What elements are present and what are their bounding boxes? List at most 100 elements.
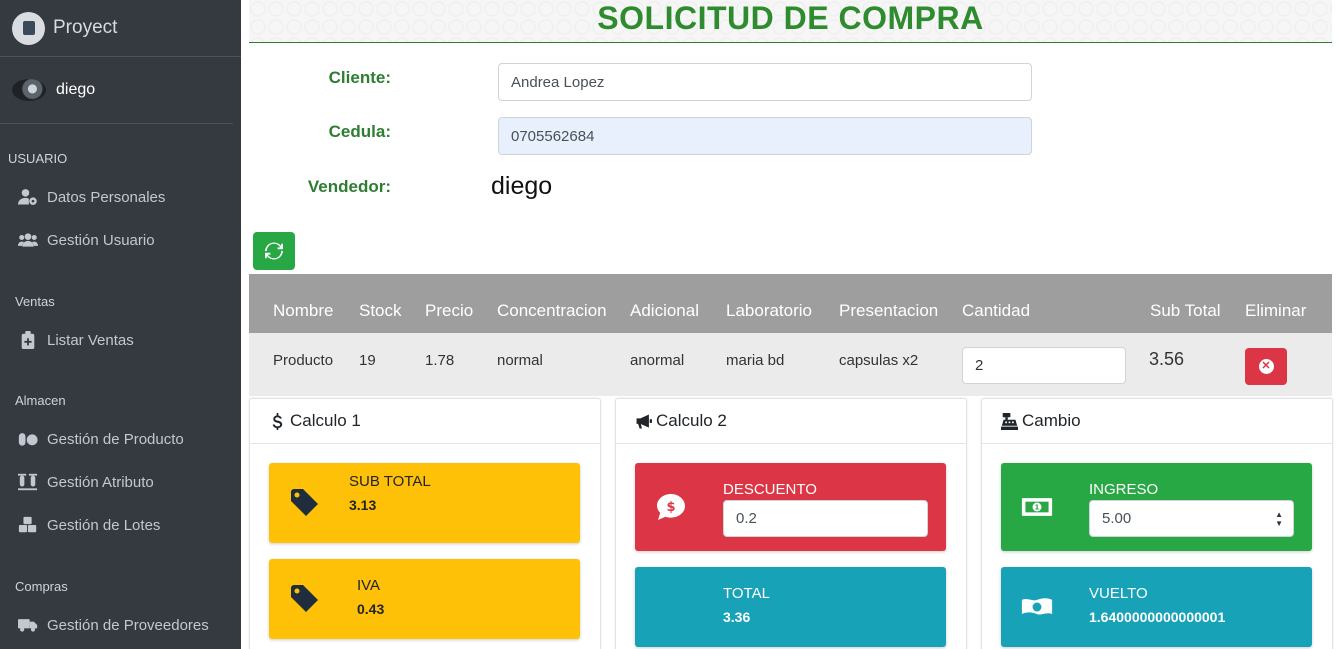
total-box: TOTAL 3.36 xyxy=(635,567,946,647)
page-title: SOLICITUD DE COMPRA xyxy=(597,0,984,36)
clipboard-plus-icon xyxy=(17,331,39,349)
sidebar-item-gestion-usuario[interactable]: Gestión Usuario xyxy=(0,222,241,258)
total-label: TOTAL xyxy=(723,585,770,602)
tag-icon xyxy=(287,485,323,521)
descuento-box: $ DESCUENTO 0.2 xyxy=(635,463,946,551)
column-header: Concentracion xyxy=(497,301,607,320)
svg-text:1: 1 xyxy=(1035,503,1040,512)
vuelto-box: VUELTO 1.6400000000000001 xyxy=(1001,567,1312,647)
sidebar-item-datos-personales[interactable]: Datos Personales xyxy=(0,179,241,215)
sidebar-item-label: Datos Personales xyxy=(47,188,166,206)
card-header: Calculo 1 xyxy=(250,399,600,444)
subtotal-value: 3.13 xyxy=(349,497,377,513)
nav-header-usuario: USUARIO xyxy=(8,151,68,166)
delete-row-button[interactable]: ✕ xyxy=(1245,348,1287,385)
dollar-icon xyxy=(272,412,283,430)
card-header: Calculo 2 xyxy=(616,399,966,444)
user-panel[interactable]: diego xyxy=(0,57,233,124)
brand-link[interactable]: Proyect xyxy=(0,0,241,57)
money-bill-icon: 1 xyxy=(1019,489,1055,525)
iva-box: IVA 0.43 xyxy=(269,559,580,639)
sidebar-item-label: Gestión de Producto xyxy=(47,430,184,448)
users-icon xyxy=(17,231,39,249)
sidebar-item-listar-ventas[interactable]: Listar Ventas xyxy=(0,322,241,358)
column-header: Laboratorio xyxy=(726,301,813,320)
user-cog-icon xyxy=(17,188,39,206)
bullhorn-icon xyxy=(636,414,652,428)
cantidad-input[interactable]: 2 xyxy=(962,347,1126,384)
column-header: Stock xyxy=(359,301,402,320)
column-header: Sub Total xyxy=(1150,301,1221,320)
nav-header-almacen: Almacen xyxy=(15,393,66,408)
pills-icon xyxy=(17,430,39,448)
column-header: Precio xyxy=(425,301,474,320)
vendedor-label: Vendedor: xyxy=(307,177,391,196)
iva-value: 0.43 xyxy=(357,601,385,617)
cell-nombre: Producto xyxy=(273,352,334,369)
refresh-icon xyxy=(265,242,283,260)
sidebar-item-label: Gestión Atributo xyxy=(47,473,154,491)
table-header: Nombre Stock Precio Concentracion Adicio… xyxy=(249,274,1332,333)
column-header: Presentacion xyxy=(839,301,939,320)
avatar xyxy=(12,79,46,101)
cell-laboratorio: maria bd xyxy=(726,352,785,369)
vuelto-label: VUELTO xyxy=(1089,585,1148,602)
vuelto-value: 1.6400000000000001 xyxy=(1089,609,1226,625)
sidebar-item-gestion-atributo[interactable]: Gestión Atributo xyxy=(0,464,241,500)
tag-icon xyxy=(287,581,323,617)
cedula-input[interactable]: 0705562684 xyxy=(498,117,1032,155)
descuento-input[interactable]: 0.2 xyxy=(723,500,928,537)
sidebar-item-label: Gestión Usuario xyxy=(47,231,155,249)
vials-icon xyxy=(17,473,39,491)
sidebar-item-gestion-proveedores[interactable]: Gestión de Proveedores xyxy=(0,607,241,643)
card-title: Calculo 1 xyxy=(290,411,361,430)
ingreso-value: 5.00 xyxy=(1102,510,1132,527)
number-spinner[interactable]: ▲ ▼ xyxy=(1275,510,1283,528)
sidebar-item-label: Gestión de Proveedores xyxy=(47,616,209,634)
cliente-input[interactable]: Andrea Lopez xyxy=(498,63,1032,101)
cell-subtotal: 3.56 xyxy=(1149,349,1185,369)
cliente-label: Cliente: xyxy=(328,68,391,87)
card-title: Calculo 2 xyxy=(656,411,727,430)
user-name: diego xyxy=(56,81,96,98)
cash-register-icon xyxy=(1001,412,1018,430)
nav-header-ventas: Ventas xyxy=(15,294,55,309)
subtotal-label: SUB TOTAL xyxy=(349,473,431,490)
times-circle-icon: ✕ xyxy=(1258,359,1274,374)
cell-adicional: anormal xyxy=(630,352,685,369)
sidebar-item-label: Listar Ventas xyxy=(47,331,134,349)
cubes-icon xyxy=(17,516,39,534)
nav-header-compras: Compras xyxy=(15,579,68,594)
brand-logo xyxy=(12,11,45,45)
comment-dollar-icon: $ xyxy=(653,489,689,525)
cell-concentracion: normal xyxy=(497,352,543,369)
card-calculo-2: Calculo 2 $ DESCUENTO 0.2 TOTAL 3.36 xyxy=(615,398,967,649)
cell-precio: 1.78 xyxy=(425,352,455,369)
cedula-label: Cedula: xyxy=(328,122,391,141)
descuento-label: DESCUENTO xyxy=(723,481,817,498)
money-bill-wave-icon xyxy=(1019,589,1055,625)
truck-icon xyxy=(17,616,39,634)
iva-label: IVA xyxy=(357,577,381,594)
total-value: 3.36 xyxy=(723,609,751,625)
sidebar: Proyect diego USUARIO Datos Personales G… xyxy=(0,0,241,649)
page-header: SOLICITUD DE COMPRA xyxy=(249,0,1332,43)
ingreso-label: INGRESO xyxy=(1089,481,1159,498)
cell-presentacion: capsulas x2 xyxy=(839,352,919,369)
cell-stock: 19 xyxy=(359,352,376,369)
vendedor-value: diego xyxy=(491,172,553,200)
column-header: Adicional xyxy=(630,301,699,320)
ingreso-input[interactable]: 5.00 ▲ ▼ xyxy=(1089,500,1294,537)
column-header: Eliminar xyxy=(1245,301,1307,320)
brand-name: Proyect xyxy=(53,17,118,38)
card-calculo-1: Calculo 1 SUB TOTAL 3.13 IVA 0.43 xyxy=(249,398,601,649)
sidebar-item-gestion-lotes[interactable]: Gestión de Lotes xyxy=(0,507,241,543)
card-title: Cambio xyxy=(1022,411,1081,430)
refresh-button[interactable] xyxy=(253,232,295,270)
ingreso-box: 1 INGRESO 5.00 ▲ ▼ xyxy=(1001,463,1312,551)
column-header: Cantidad xyxy=(962,301,1031,320)
column-header: Nombre xyxy=(273,301,334,320)
svg-text:$: $ xyxy=(666,500,675,515)
table-row: Producto 19 1.78 normal anormal maria bd… xyxy=(249,333,1332,396)
sidebar-item-gestion-producto[interactable]: Gestión de Producto xyxy=(0,421,241,457)
